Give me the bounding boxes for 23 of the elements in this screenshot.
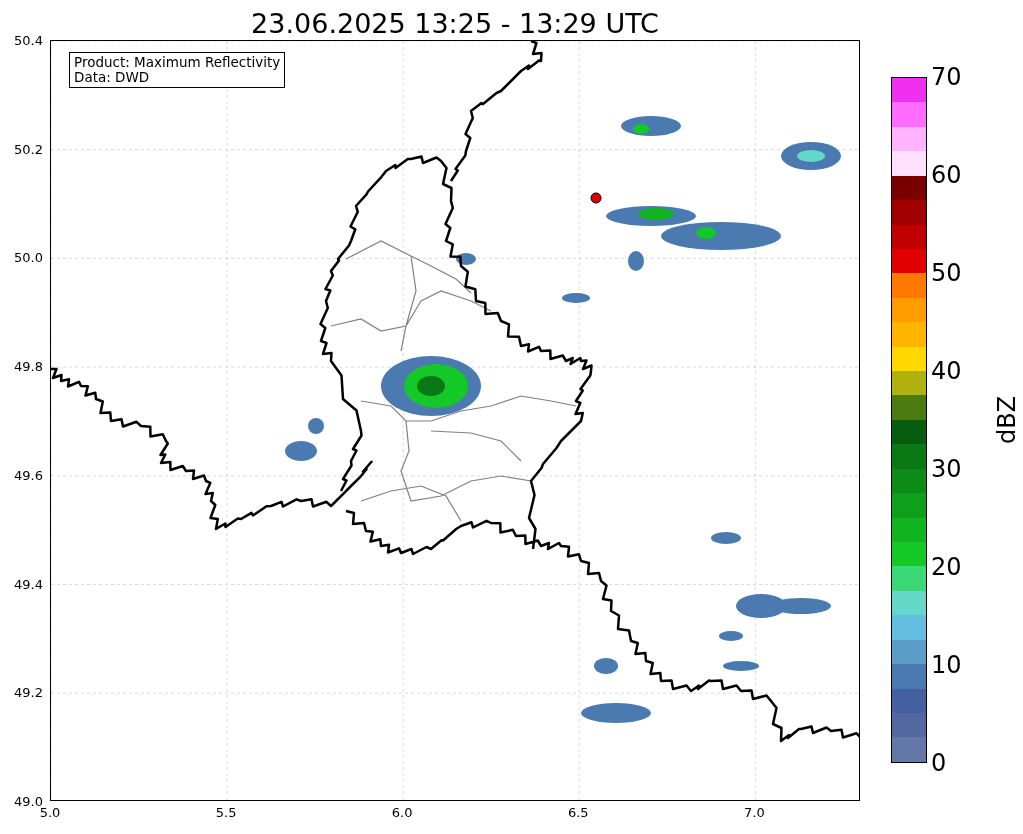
colorbar-tick-label: 0 — [931, 751, 947, 775]
x-tick-label: 5.5 — [215, 805, 237, 820]
x-tick-label: 7.0 — [744, 805, 765, 820]
colorbar-tick-label: 20 — [931, 555, 962, 579]
y-tick-label: 50.4 — [14, 32, 43, 48]
colorbar-tick-label: 70 — [931, 65, 962, 89]
colorbar-tick-label: 30 — [931, 457, 962, 481]
colorbar-label: dBZ — [993, 395, 1022, 445]
colorbar-tick-label: 60 — [931, 163, 962, 187]
y-tick-label: 49.6 — [14, 467, 43, 483]
y-tick-label: 49.4 — [14, 576, 43, 592]
y-tick-label: 50.0 — [14, 249, 43, 265]
y-tick-label: 50.2 — [14, 141, 43, 157]
annotation-text: Product: Maximum Reflectivity — [74, 55, 281, 70]
colorbar-tick-label: 50 — [931, 261, 962, 285]
x-tick-label: 6.5 — [567, 805, 589, 820]
annotation-text: Data: DWD — [74, 70, 151, 85]
chart-title: 23.06.2025 13:25 - 13:29 UTC — [251, 10, 659, 37]
y-tick-label: 49.8 — [14, 358, 43, 374]
y-tick-label: 49.2 — [14, 684, 43, 700]
colorbar-tick-label: 10 — [931, 653, 962, 677]
colorbar-tick-label: 40 — [931, 359, 962, 383]
x-tick-label: 6.0 — [391, 805, 413, 820]
